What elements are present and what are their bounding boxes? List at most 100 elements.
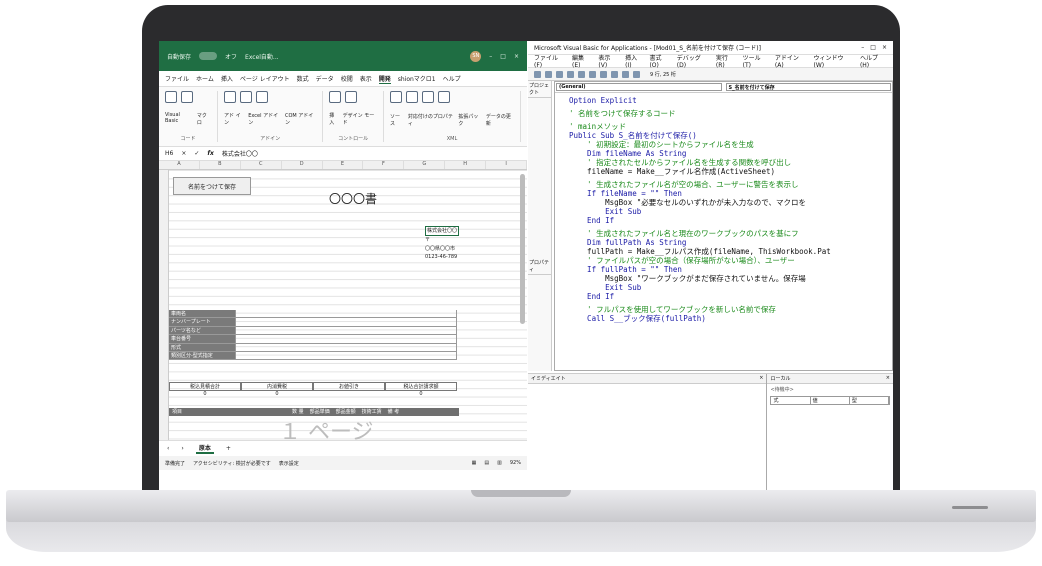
column-header[interactable]: C — [241, 161, 282, 169]
menu-item[interactable]: ページ レイアウト — [240, 74, 290, 83]
ribbon-command-label[interactable]: アド イン — [224, 112, 244, 126]
file-name[interactable]: Excel自動... — [245, 52, 279, 61]
save-as-macro-button[interactable]: 名前をつけて保存 — [173, 177, 251, 195]
formula-input[interactable]: 株式会社〇〇 — [222, 149, 258, 158]
maximize-icon[interactable]: □ — [870, 44, 876, 51]
vba-menu-item[interactable]: アドイン(A) — [775, 53, 808, 69]
address-line[interactable]: 〇〇県〇〇市 — [425, 245, 459, 253]
code-line[interactable]: ' 生成されたファイル名が空の場合、ユーザーに警告を表示し — [569, 180, 892, 189]
locals-window[interactable]: ローカル × <待機中> 式値型 — [767, 374, 893, 490]
form-value-cell[interactable] — [235, 318, 457, 327]
page-break-icon[interactable]: ▥ — [497, 460, 502, 466]
menu-item[interactable]: shionマクロ1 — [398, 74, 436, 83]
paste-icon[interactable] — [589, 70, 596, 78]
help-icon[interactable] — [633, 70, 640, 78]
display-settings[interactable]: 表示設定 — [279, 460, 299, 467]
code-editor[interactable]: Option Explicit ' 名前をつけて保存するコード ' mainメソッド… — [555, 93, 892, 365]
avatar[interactable]: SN — [470, 50, 482, 62]
zoom-level[interactable]: 92% — [510, 460, 521, 466]
menu-item[interactable]: ファイル — [165, 74, 189, 83]
vba-menu-item[interactable]: ファイル(F) — [534, 53, 566, 69]
ribbon-command-icon[interactable] — [329, 91, 342, 103]
locals-column-header[interactable]: 値 — [811, 397, 850, 404]
ribbon-command-icon[interactable] — [256, 91, 269, 103]
code-line[interactable]: Dim fileName As String — [569, 149, 892, 158]
code-line[interactable]: ' 生成されたファイル名と現在のワークブックのパスを基にフ — [569, 229, 892, 238]
ribbon-command-label[interactable]: データの更新 — [486, 113, 514, 127]
ribbon-command-label[interactable]: Visual Basic — [165, 112, 193, 126]
immediate-window[interactable]: イミディエイト × — [528, 374, 768, 490]
name-box[interactable]: H6 — [165, 150, 173, 157]
ribbon-command-icon[interactable] — [421, 91, 434, 103]
column-header[interactable]: H — [445, 161, 487, 169]
insert-module-icon[interactable] — [545, 70, 552, 78]
vertical-scrollbar[interactable] — [520, 174, 525, 324]
code-line[interactable]: ' 初期設定：最初のシートからファイル名を生成 — [569, 140, 892, 149]
vba-menu-item[interactable]: 書式(O) — [649, 53, 670, 69]
maximize-icon[interactable]: □ — [500, 53, 506, 60]
add-sheet-button[interactable]: + — [226, 445, 231, 452]
menu-item[interactable]: 挿入 — [221, 74, 233, 83]
ribbon-command-label[interactable]: マクロ — [197, 112, 211, 126]
address-line[interactable]: 株式会社〇〇 — [425, 226, 460, 237]
locals-column-header[interactable]: 式 — [771, 397, 811, 404]
ribbon-command-icon[interactable] — [345, 91, 358, 103]
vba-menu-item[interactable]: 編集(E) — [572, 53, 592, 69]
enter-icon[interactable]: ✓ — [194, 150, 199, 157]
vba-menu-item[interactable]: デバッグ(D) — [677, 53, 710, 69]
code-line[interactable]: If fileName = "" Then — [569, 189, 892, 198]
accessibility-status[interactable]: アクセシビリティ: 検討が必要です — [193, 460, 271, 467]
vba-menu-item[interactable]: 表示(V) — [598, 53, 619, 69]
menu-item[interactable]: 校閲 — [341, 74, 353, 83]
locals-column-header[interactable]: 型 — [850, 397, 889, 404]
vba-menu-item[interactable]: ツール(T) — [743, 53, 769, 69]
ribbon-command-icon[interactable] — [165, 91, 177, 103]
column-header[interactable]: D — [282, 161, 323, 169]
ribbon-command-label[interactable]: 対応付けのプロパティ — [408, 113, 455, 127]
code-line[interactable]: ' 名前をつけて保存するコード — [569, 109, 892, 118]
menu-item[interactable]: 表示 — [360, 74, 372, 83]
column-header[interactable]: I — [486, 161, 528, 169]
pause-icon[interactable] — [611, 70, 618, 78]
run-icon[interactable] — [600, 70, 607, 78]
code-window[interactable]: (General) S_名前を付けて保存 Option Explicit ' 名前… — [554, 81, 893, 371]
code-line[interactable]: Call S__ブック保存(fullPath) — [569, 314, 892, 323]
vba-menu-item[interactable]: ヘルプ(H) — [860, 53, 887, 69]
sheet-tab[interactable]: 原本 — [195, 443, 214, 454]
view-excel-icon[interactable] — [534, 70, 541, 78]
column-header[interactable]: E — [323, 161, 364, 169]
code-line[interactable]: ' 指定されたセルからファイル名を生成する関数を呼び出し — [569, 158, 892, 167]
ribbon-command-icon[interactable] — [405, 91, 418, 103]
code-line[interactable]: Exit Sub — [569, 283, 892, 292]
spreadsheet-grid[interactable]: 名前をつけて保存 〇〇〇書 株式会社〇〇〒〇〇県〇〇市 0123-46-789 車… — [159, 170, 527, 440]
form-value-cell[interactable] — [235, 310, 457, 319]
cancel-icon[interactable]: × — [181, 150, 186, 157]
prev-sheet-icon[interactable]: ‹ — [167, 445, 169, 452]
code-line[interactable]: End If — [569, 292, 892, 301]
code-line[interactable]: ' フルパスを使用してワークブックを新しい名前で保存 — [569, 305, 892, 314]
form-value-cell[interactable] — [235, 343, 457, 352]
ribbon-command-icon[interactable] — [389, 91, 402, 103]
code-line[interactable]: End If — [569, 216, 892, 225]
vba-menu-item[interactable]: 挿入(I) — [625, 53, 643, 69]
page-layout-icon[interactable]: ▤ — [484, 460, 489, 466]
menu-item[interactable]: ホーム — [196, 74, 214, 83]
ribbon-command-icon[interactable] — [224, 91, 237, 103]
totals-value[interactable]: 0 — [385, 391, 457, 397]
address-line[interactable]: 〒 — [425, 236, 459, 244]
code-line[interactable]: Exit Sub — [569, 207, 892, 216]
close-icon[interactable]: × — [882, 44, 887, 51]
object-dropdown[interactable]: (General) — [556, 83, 722, 91]
minimize-icon[interactable]: – — [489, 53, 492, 60]
vba-menu-item[interactable]: ウィンドウ(W) — [814, 53, 854, 69]
code-line[interactable]: MsgBox "ワークブックがまだ保存されていません。保存場 — [569, 274, 892, 283]
ribbon-command-icon[interactable] — [240, 91, 253, 103]
menu-item[interactable]: データ — [316, 74, 334, 83]
ribbon-command-icon[interactable] — [437, 91, 450, 103]
code-line[interactable]: If fullPath = "" Then — [569, 265, 892, 274]
function-icon[interactable]: fx — [207, 150, 213, 157]
menu-item[interactable]: 開発 — [378, 74, 391, 84]
close-icon[interactable]: × — [514, 53, 519, 60]
code-line[interactable]: fullPath = Make__フルパス作成(fileName, ThisWo… — [569, 247, 892, 256]
stop-icon[interactable] — [622, 70, 629, 78]
